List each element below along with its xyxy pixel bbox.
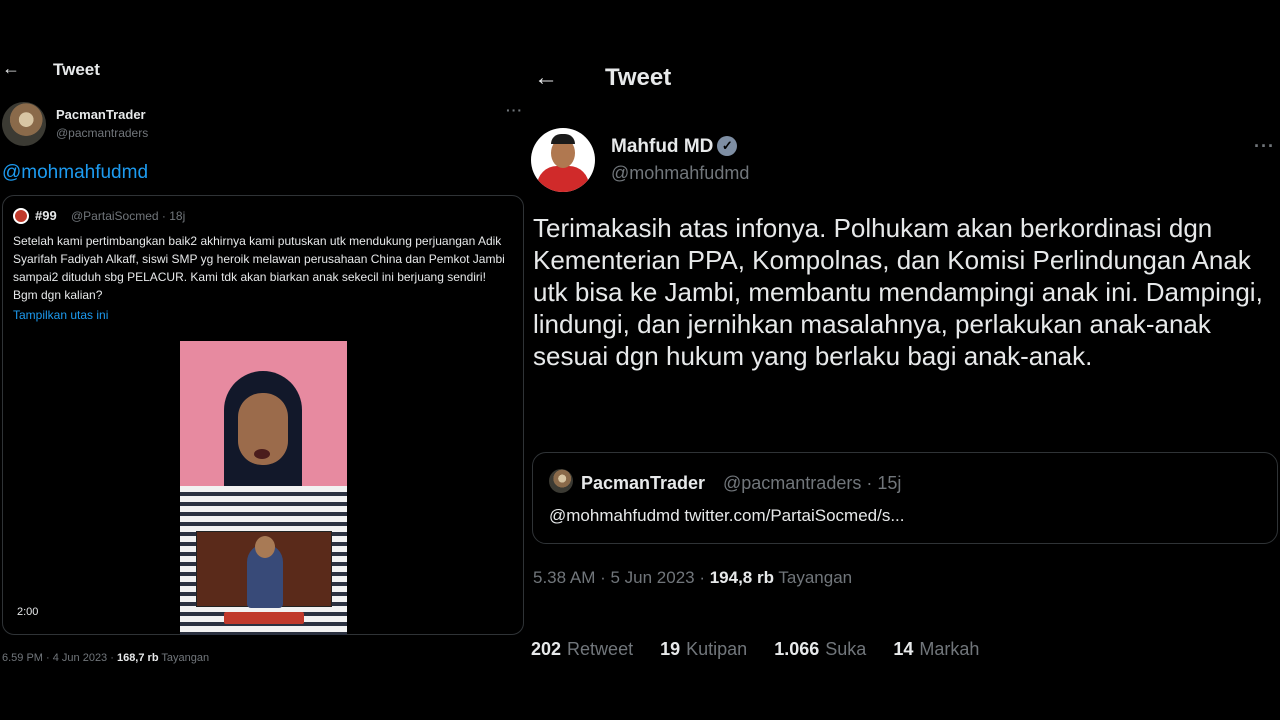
- video-person-mouth: [254, 449, 270, 459]
- author-name-row[interactable]: Mahfud MD ✓: [611, 136, 738, 158]
- tweet-timestamp: 6.59 PM · 4 Jun 2023 · 168,7 rb Tayangan: [2, 652, 209, 664]
- retweets-count: 202: [531, 639, 562, 659]
- avatar-hair: [551, 134, 575, 144]
- views-count: 168,7 rb: [116, 652, 159, 664]
- author-name[interactable]: Mahfud MD: [611, 136, 713, 157]
- quotes-count: 19: [660, 639, 681, 659]
- quoted-tweet-card[interactable]: PacmanTrader @pacmantraders · 15j @mohma…: [532, 452, 1278, 544]
- more-options-icon[interactable]: ···: [506, 102, 523, 118]
- quoted-avatar-icon: [13, 208, 29, 224]
- page-title: Tweet: [53, 60, 100, 79]
- page-title: Tweet: [605, 64, 672, 91]
- bookmarks-count: 14: [893, 639, 914, 659]
- quoted-author-name: PacmanTrader: [581, 473, 706, 493]
- views-count: 194,8 rb: [709, 568, 774, 587]
- bookmarks-label: Markah: [919, 639, 980, 659]
- views-label: Tayangan: [158, 652, 210, 664]
- author-name[interactable]: PacmanTrader: [56, 107, 146, 122]
- avatar-shirt: [537, 166, 589, 192]
- verified-badge-icon: ✓: [717, 136, 738, 156]
- video-duration: 2:00: [17, 606, 39, 618]
- inset-person-head: [255, 536, 275, 558]
- video-thumbnail[interactable]: [180, 341, 347, 635]
- quoted-author-meta: @pacmantraders · 15j: [723, 473, 902, 493]
- back-arrow-icon[interactable]: ←: [534, 64, 558, 92]
- quotes-label: Kutipan: [686, 639, 748, 659]
- timestamp-text: 5.38 AM · 5 Jun 2023 ·: [533, 568, 710, 587]
- quoted-avatar: [549, 469, 573, 493]
- engagement-stats: 202 Retweet 19 Kutipan 1.066 Suka 14 Markah: [531, 639, 1001, 660]
- quoted-tweet-text: Setelah kami pertimbangkan baik2 akhirny…: [13, 234, 505, 302]
- back-arrow-icon[interactable]: ←: [2, 58, 20, 79]
- retweets-stat[interactable]: 202 Retweet: [531, 639, 633, 659]
- quotes-stat[interactable]: 19 Kutipan: [660, 639, 747, 659]
- show-thread-link[interactable]: Tampilkan utas ini: [13, 308, 108, 322]
- author-handle[interactable]: @pacmantraders: [56, 126, 148, 140]
- left-tweet-screenshot: ← Tweet PacmanTrader @pacmantraders ··· …: [0, 0, 528, 720]
- tweet-timestamp: 5.38 AM · 5 Jun 2023 · 194,8 rb Tayangan: [533, 568, 852, 588]
- author-handle[interactable]: @mohmahfudmd: [611, 163, 749, 184]
- avatar[interactable]: [531, 128, 595, 192]
- tweet-text: Terimakasih atas infonya. Polhukam akan …: [533, 213, 1263, 371]
- quoted-tweet-card[interactable]: #99 @PartaiSocmed · 18j Setelah kami per…: [2, 195, 524, 635]
- avatar[interactable]: [2, 102, 46, 146]
- retweets-label: Retweet: [567, 639, 634, 659]
- video-caption-banner: [224, 612, 304, 624]
- video-inset-image: [196, 531, 332, 608]
- quoted-author-meta: @PartaiSocmed · 18j: [71, 209, 186, 223]
- timestamp-text: 6.59 PM · 4 Jun 2023 ·: [2, 652, 117, 664]
- bookmarks-stat[interactable]: 14 Markah: [893, 639, 979, 659]
- views-label: Tayangan: [773, 568, 853, 587]
- likes-count: 1.066: [774, 639, 820, 659]
- likes-label: Suka: [825, 639, 867, 659]
- likes-stat[interactable]: 1.066 Suka: [774, 639, 866, 659]
- quoted-author-name: #99: [35, 208, 57, 223]
- mention-link[interactable]: @mohmahfudmd: [2, 162, 148, 184]
- quoted-tweet-text: @mohmahfudmd twitter.com/PartaiSocmed/s.…: [549, 506, 905, 525]
- more-options-icon[interactable]: ···: [1254, 136, 1275, 157]
- right-tweet-screenshot: ← Tweet Mahfud MD ✓ @mohmahfudmd ··· Teri…: [528, 0, 1280, 720]
